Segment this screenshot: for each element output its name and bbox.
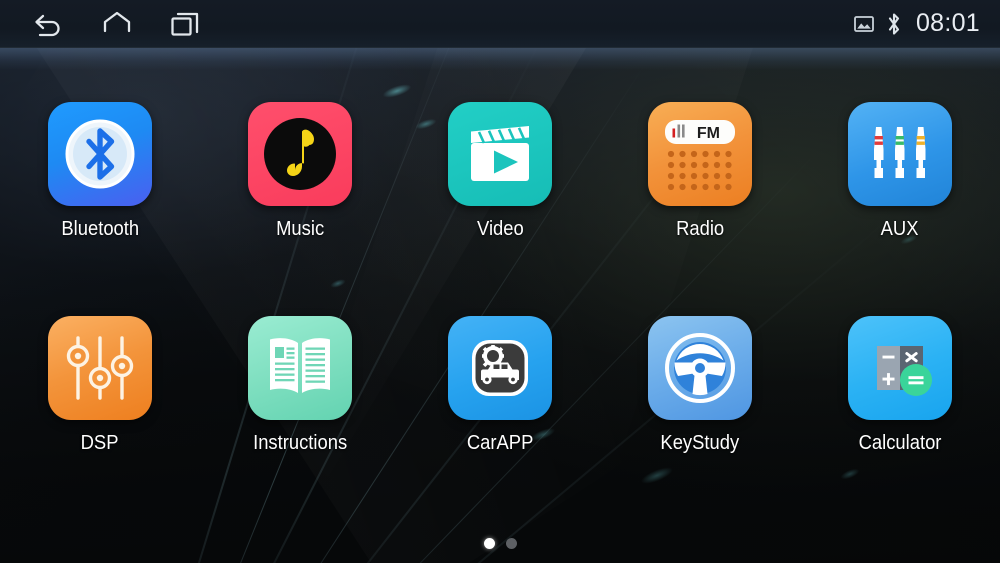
app-label: Calculator — [858, 432, 942, 454]
app-label: CarAPP — [466, 432, 534, 454]
app-keystudy[interactable]: KeyStudy — [600, 316, 800, 453]
app-label: Video — [476, 218, 524, 240]
radio-fm-icon: FM — [648, 102, 752, 206]
status-bar: 08:01 — [0, 0, 1000, 48]
app-radio[interactable]: FM Radio — [600, 102, 800, 239]
aux-jacks-icon — [848, 102, 952, 206]
app-grid: Bluetooth Music Video FM Radio AUX DSP I… — [0, 48, 1000, 518]
recent-apps-icon — [168, 9, 202, 39]
app-label: Radio — [675, 218, 725, 240]
app-label: DSP — [81, 432, 119, 454]
dsp-sliders-icon — [48, 316, 152, 420]
video-clapper-icon — [448, 102, 552, 206]
app-carapp[interactable]: CarAPP — [400, 316, 600, 453]
status-icons: 08:01 — [854, 9, 1000, 40]
app-label: KeyStudy — [660, 432, 740, 454]
open-book-icon — [248, 316, 352, 420]
home-icon — [100, 9, 134, 39]
steering-wheel-icon — [648, 316, 752, 420]
page-dot-active[interactable] — [483, 538, 495, 549]
app-instructions[interactable]: Instructions — [200, 316, 400, 453]
app-bluetooth[interactable]: Bluetooth — [0, 102, 200, 239]
app-dsp[interactable]: DSP — [0, 316, 200, 453]
app-calculator[interactable]: Calculator — [800, 316, 1000, 453]
car-settings-icon — [448, 316, 552, 420]
app-label: Bluetooth — [61, 218, 139, 240]
calculator-keys-icon — [848, 316, 952, 420]
app-row: Bluetooth Music Video FM Radio AUX — [0, 102, 1000, 239]
screenshot-icon — [854, 15, 874, 33]
bluetooth-icon — [886, 12, 902, 36]
svg-text:FM: FM — [697, 125, 720, 142]
app-row: DSP Instructions CarAPP KeyStudy Calcula… — [0, 316, 1000, 453]
clock: 08:01 — [915, 8, 980, 37]
back-button[interactable] — [30, 5, 68, 43]
app-video[interactable]: Video — [400, 102, 600, 239]
page-indicator — [0, 538, 1000, 549]
app-aux[interactable]: AUX — [800, 102, 1000, 239]
music-note-icon — [248, 102, 352, 206]
app-label: AUX — [881, 218, 919, 240]
navigation-buttons — [0, 5, 204, 43]
app-label: Instructions — [252, 432, 348, 454]
bluetooth-app-icon — [48, 102, 152, 206]
app-label: Music — [275, 218, 325, 240]
home-screen: 08:01 Bluetooth Music Video FM Radio AUX… — [0, 0, 1000, 563]
back-arrow-icon — [32, 9, 66, 39]
home-button[interactable] — [98, 5, 136, 43]
page-dot-inactive[interactable] — [505, 538, 517, 549]
recents-button[interactable] — [166, 5, 204, 43]
app-music[interactable]: Music — [200, 102, 400, 239]
